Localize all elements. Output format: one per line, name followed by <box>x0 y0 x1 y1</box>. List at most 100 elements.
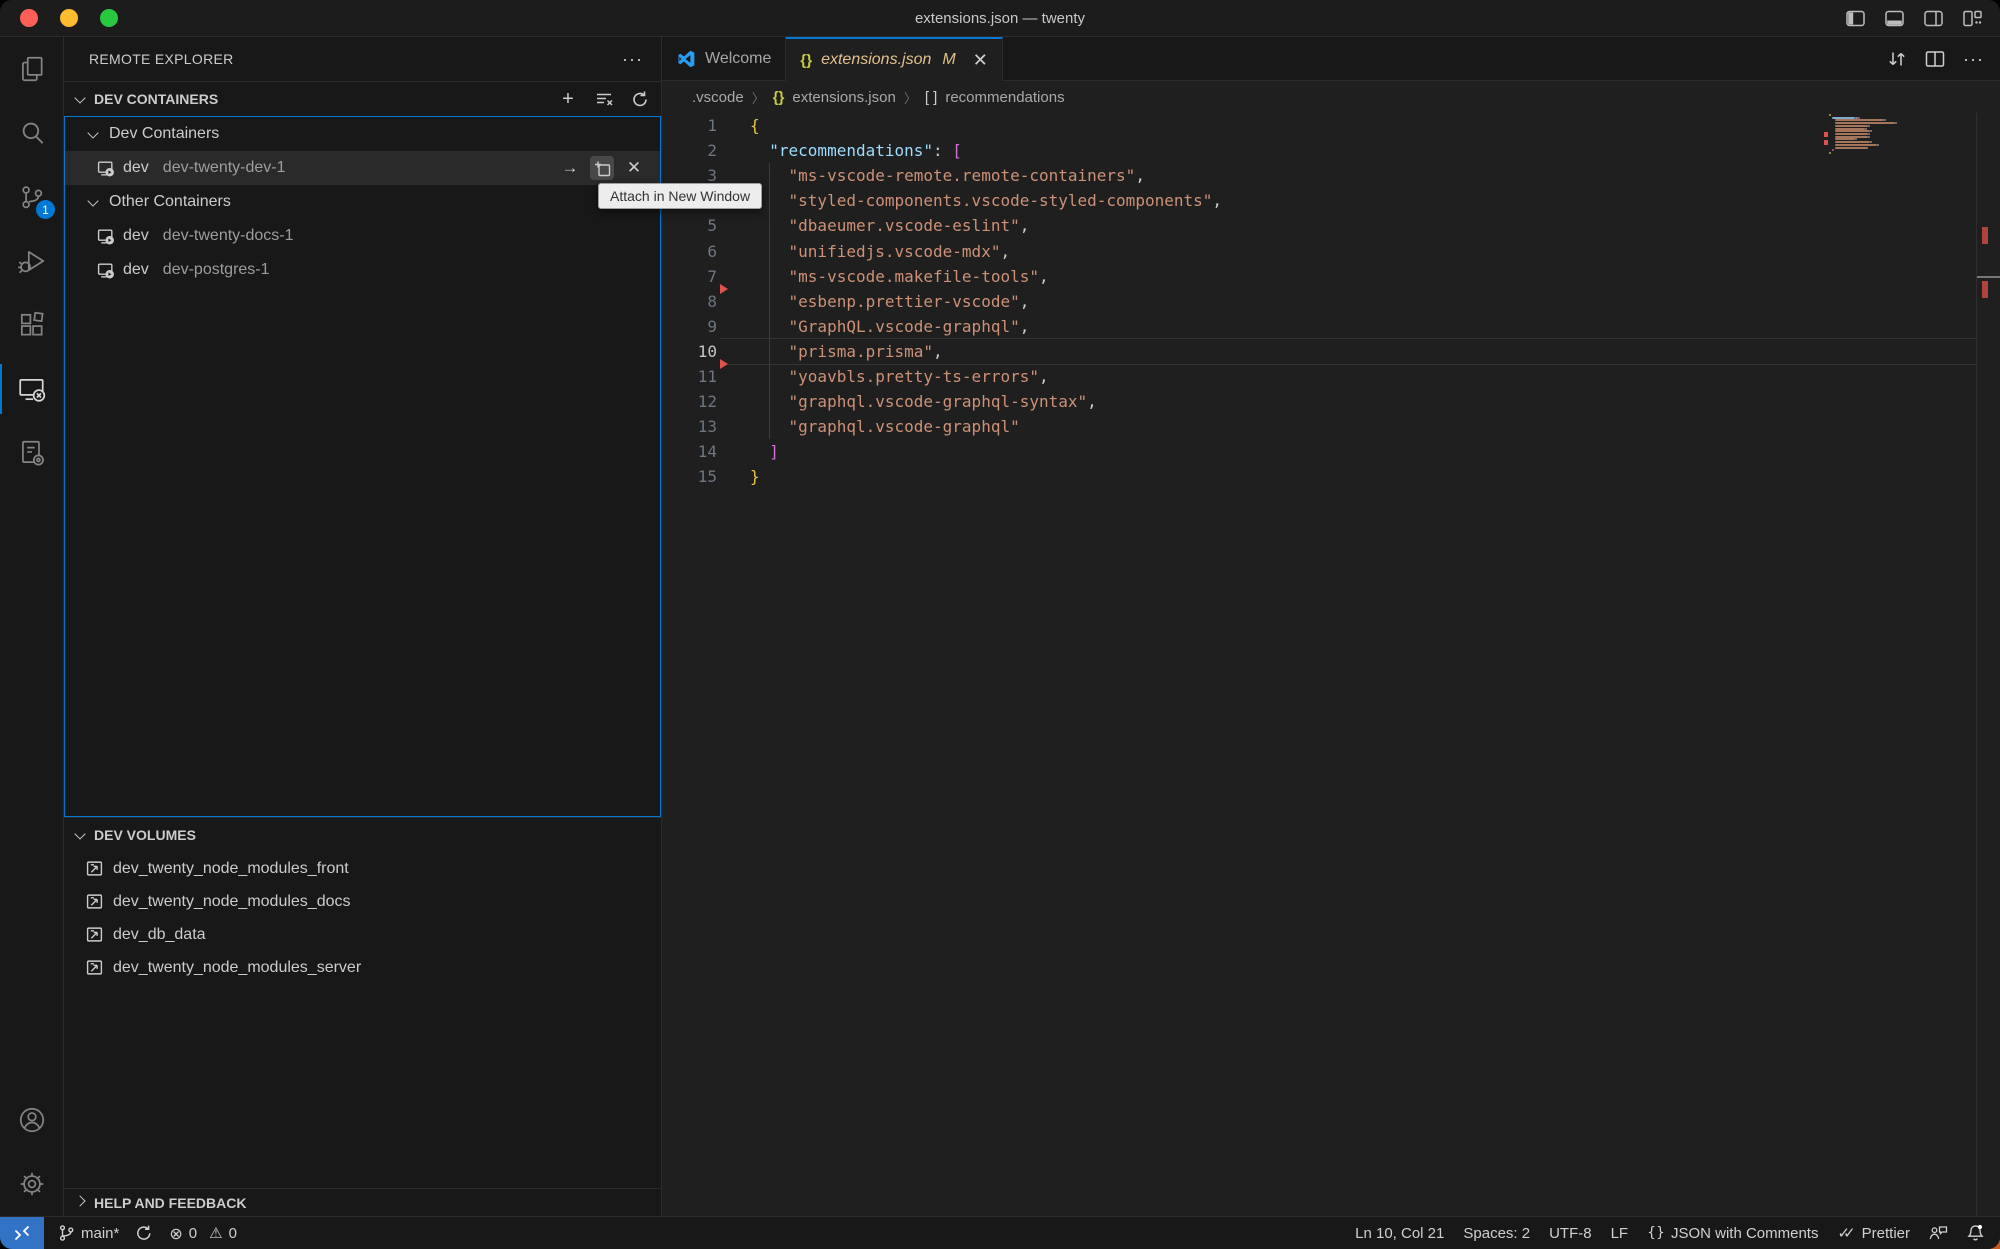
section-dev-volumes[interactable]: DEV VOLUMES <box>64 817 661 852</box>
code-line-8[interactable]: 8 "esbenp.prettier-vscode", <box>662 289 2000 314</box>
activity-bar: 1 <box>0 37 64 1216</box>
code-text: "esbenp.prettier-vscode", <box>750 289 1029 314</box>
container-name: dev <box>123 159 149 177</box>
tree-group-other-containers[interactable]: Other Containers <box>65 185 660 219</box>
volume-item-dev_twenty_node_modules_server[interactable]: dev_twenty_node_modules_server <box>64 951 661 984</box>
close-tab-icon[interactable]: ✕ <box>973 50 988 71</box>
explorer-icon[interactable] <box>0 37 63 101</box>
breadcrumb-item[interactable]: recommendations <box>945 89 1064 106</box>
overview-git-deleted-mark <box>1982 281 1988 298</box>
status-item-language-mode[interactable]: {}JSON with Comments <box>1647 1225 1818 1242</box>
minimap[interactable] <box>1822 114 1972 234</box>
breadcrumb-item[interactable]: .vscode <box>692 89 744 106</box>
clear-list-icon[interactable] <box>593 88 615 110</box>
toggle-panel-icon[interactable] <box>1885 10 1904 27</box>
search-icon[interactable] <box>0 101 63 165</box>
problems-item[interactable]: ⊗ 0 ⚠ 0 <box>169 1224 237 1243</box>
scm-pending-badge: 1 <box>36 200 55 219</box>
volume-label: dev_twenty_node_modules_server <box>113 959 361 977</box>
status-item-notifications[interactable] <box>1967 1224 1984 1242</box>
code-line-5[interactable]: 5 "dbaeumer.vscode-eslint", <box>662 213 2000 238</box>
code-line-14[interactable]: 14 ] <box>662 439 2000 464</box>
more-actions-icon[interactable]: ··· <box>1963 49 1984 70</box>
tab-extensions-json[interactable]: {}extensions.jsonM✕ <box>786 37 1002 81</box>
run-debug-icon[interactable] <box>0 229 63 293</box>
current-line-border <box>720 364 1978 365</box>
volume-item-dev_twenty_node_modules_front[interactable]: dev_twenty_node_modules_front <box>64 852 661 885</box>
current-line-border <box>720 338 1978 339</box>
git-deleted-marker <box>720 284 728 294</box>
minimap-line <box>1835 147 1868 149</box>
git-branch-item[interactable]: main* <box>58 1224 119 1242</box>
code-line-6[interactable]: 6 "unifiedjs.vscode-mdx", <box>662 239 2000 264</box>
vscode-window: extensions.json — twenty <box>0 0 2000 1249</box>
status-item-label: Spaces: 2 <box>1463 1225 1530 1242</box>
status-item-encoding[interactable]: UTF-8 <box>1549 1225 1592 1242</box>
code-line-7[interactable]: 7 "ms-vscode.makefile-tools", <box>662 264 2000 289</box>
code-editor[interactable]: 1{2 "recommendations": [3 "ms-vscode-rem… <box>662 113 2000 1216</box>
dev-container-icon <box>97 262 115 279</box>
remote-explorer-icon[interactable] <box>0 357 63 421</box>
code-line-3[interactable]: 3 "ms-vscode-remote.remote-containers", <box>662 163 2000 188</box>
row-actions: →✕ <box>558 151 646 185</box>
refresh-icon[interactable] <box>629 88 651 110</box>
chevron-down-icon <box>87 195 98 206</box>
sidebar-title: REMOTE EXPLORER <box>89 51 234 67</box>
code-line-15[interactable]: 15} <box>662 464 2000 489</box>
source-control-icon[interactable]: 1 <box>0 165 63 229</box>
breadcrumb-separator-icon: 〉 <box>904 88 917 107</box>
stop-container-icon[interactable]: ✕ <box>622 156 646 180</box>
code-text: "prisma.prisma", <box>750 339 943 364</box>
screen: extensions.json — twenty <box>0 0 2000 1249</box>
attach-container-icon[interactable]: → <box>558 156 582 180</box>
sidebar-more-actions-icon[interactable]: ··· <box>622 49 643 70</box>
status-item-eol[interactable]: LF <box>1611 1225 1629 1242</box>
minimap-line <box>1835 136 1868 138</box>
minimap-line <box>1858 117 1860 119</box>
status-item-cursor-position[interactable]: Ln 10, Col 21 <box>1355 1225 1444 1242</box>
volume-icon <box>86 926 103 943</box>
breadcrumb-separator-icon: 〉 <box>752 88 765 107</box>
container-item-dev-twenty-dev-1[interactable]: devdev-twenty-dev-1→✕ <box>65 151 660 185</box>
code-line-13[interactable]: 13 "graphql.vscode-graphql" <box>662 414 2000 439</box>
code-line-2[interactable]: 2 "recommendations": [ <box>662 138 2000 163</box>
extensions-icon[interactable] <box>0 293 63 357</box>
add-container-icon[interactable]: + <box>557 88 579 110</box>
status-item-feedback[interactable] <box>1929 1225 1948 1241</box>
toggle-secondary-sidebar-icon[interactable] <box>1924 10 1943 27</box>
open-changes-icon[interactable] <box>1887 49 1907 69</box>
container-item-dev-postgres-1[interactable]: devdev-postgres-1 <box>65 253 660 287</box>
overview-ruler[interactable] <box>1976 113 2000 1216</box>
settings-gear-icon[interactable] <box>0 1152 63 1216</box>
code-line-9[interactable]: 9 "GraphQL.vscode-graphql", <box>662 314 2000 339</box>
tab-welcome[interactable]: Welcome <box>662 37 786 81</box>
breadcrumb-item[interactable]: extensions.json <box>792 89 895 106</box>
line-number: 2 <box>662 138 717 163</box>
remote-indicator[interactable] <box>0 1217 44 1249</box>
tree-group-dev-containers[interactable]: Dev Containers <box>65 117 660 151</box>
status-item-label: JSON with Comments <box>1671 1225 1819 1242</box>
code-line-4[interactable]: 4 "styled-components.vscode-styled-compo… <box>662 188 2000 213</box>
status-item-indentation[interactable]: Spaces: 2 <box>1463 1225 1530 1242</box>
sync-changes-item[interactable] <box>135 1224 153 1242</box>
customize-layout-icon[interactable] <box>1963 10 1982 27</box>
container-description: dev-postgres-1 <box>163 261 270 279</box>
toggle-primary-sidebar-icon[interactable] <box>1846 10 1865 27</box>
volume-item-dev_twenty_node_modules_docs[interactable]: dev_twenty_node_modules_docs <box>64 885 661 918</box>
container-item-dev-twenty-docs-1[interactable]: devdev-twenty-docs-1 <box>65 219 660 253</box>
attach-new-window-icon[interactable] <box>590 156 614 180</box>
container-tools-icon[interactable] <box>0 421 63 485</box>
accounts-icon[interactable] <box>0 1088 63 1152</box>
code-line-11[interactable]: 11 "yoavbls.pretty-ts-errors", <box>662 364 2000 389</box>
code-line-12[interactable]: 12 "graphql.vscode-graphql-syntax", <box>662 389 2000 414</box>
split-editor-icon[interactable] <box>1925 50 1945 68</box>
line-number: 1 <box>662 113 717 138</box>
section-help-and-feedback[interactable]: HELP AND FEEDBACK <box>64 1188 661 1216</box>
code-line-10[interactable]: 10 "prisma.prisma", <box>662 339 2000 364</box>
status-item-formatter[interactable]: ✓✓Prettier <box>1837 1224 1910 1242</box>
code-line-1[interactable]: 1{ <box>662 113 2000 138</box>
code-text: "ms-vscode-remote.remote-containers", <box>750 163 1145 188</box>
container-description: dev-twenty-dev-1 <box>163 159 286 177</box>
section-dev-containers[interactable]: DEV CONTAINERS + <box>64 81 661 116</box>
volume-item-dev_db_data[interactable]: dev_db_data <box>64 918 661 951</box>
